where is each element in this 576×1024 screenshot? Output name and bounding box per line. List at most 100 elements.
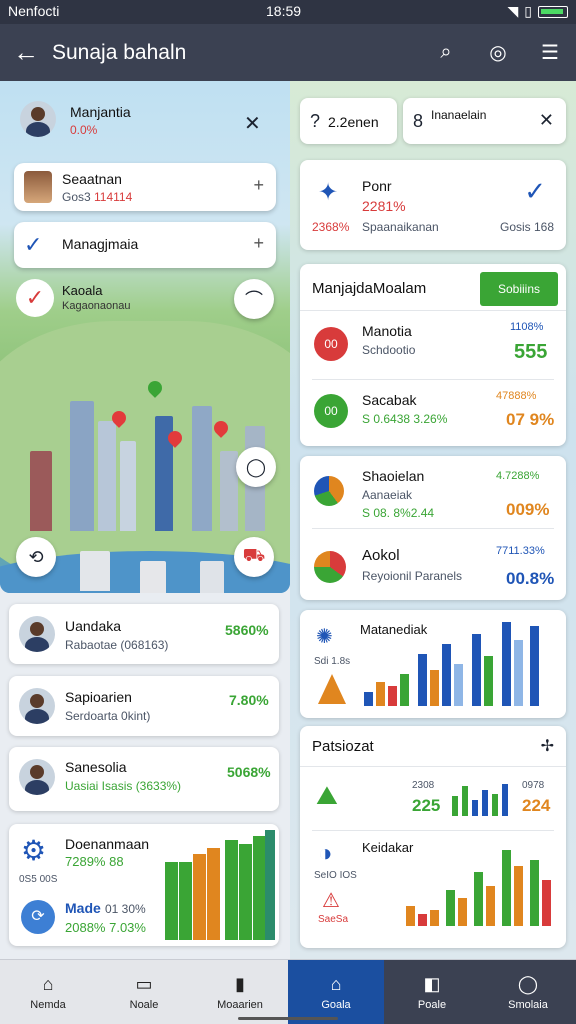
stat-left: 2368% bbox=[312, 220, 350, 234]
person-sub: Uasiai Isasis (3633%) bbox=[65, 779, 182, 793]
navigate-button[interactable]: ⟲ bbox=[16, 537, 56, 577]
window-icon: ◧ bbox=[423, 973, 441, 994]
nav-item-goala[interactable]: ⌂ Goala bbox=[288, 960, 384, 1024]
stat-tick: 0978 bbox=[522, 780, 545, 791]
document-icon: ▮ bbox=[235, 973, 245, 994]
avatar bbox=[19, 616, 55, 652]
chart-tree-icon bbox=[318, 674, 346, 704]
metric-title: Sacabak bbox=[362, 392, 417, 408]
metric-row[interactable]: Shaoielan Aanaeiak S 08. 8%2.44 4.7288% … bbox=[300, 456, 566, 528]
back-arrow-icon[interactable]: ← bbox=[0, 37, 52, 68]
metric-sub: Aanaeiak bbox=[362, 488, 413, 502]
person-icon: ✦ bbox=[318, 179, 339, 206]
carrier-label: Nenfocti bbox=[8, 3, 60, 19]
summary-value3: 2088% 7.03% bbox=[65, 920, 146, 935]
location-icon[interactable]: ◎ bbox=[472, 40, 524, 65]
avatar bbox=[19, 759, 55, 795]
bar-chart-card[interactable]: ✺ Matanediak Sdi 1.8s bbox=[300, 610, 566, 718]
stat-mid: Spaanaikanan bbox=[362, 220, 439, 234]
metric-small: 7711.33% bbox=[496, 545, 545, 557]
metric-value: 009% bbox=[506, 500, 550, 519]
shield-icon: ✓ bbox=[16, 279, 54, 317]
status-icons: ◥ ▯ bbox=[508, 3, 568, 20]
metric-sub: S 0.6438 3.26% bbox=[362, 412, 448, 426]
menu-icon[interactable]: ☰ bbox=[524, 40, 576, 65]
stat-tick: SeIO IOS bbox=[314, 870, 357, 881]
search-chip[interactable]: 8 Inanaelain ✕ bbox=[403, 98, 566, 144]
board-icon: ▭ bbox=[135, 973, 153, 994]
person-value: 5068% bbox=[227, 764, 271, 780]
map-list-item[interactable]: ✓ Managjmaia + bbox=[14, 222, 276, 268]
clock: 18:59 bbox=[266, 3, 302, 19]
stat-value-left: 225 bbox=[412, 796, 441, 815]
nav-item-nemda[interactable]: ⌂ Nemda bbox=[0, 960, 96, 1024]
tower-icon bbox=[24, 171, 52, 203]
person-card[interactable]: Sanesolia Uasiai Isasis (3633%) 5068% bbox=[9, 747, 279, 811]
nav-label: Moaarien bbox=[217, 998, 263, 1011]
metric-value: 07 9% bbox=[506, 410, 555, 429]
pin-icon[interactable]: ✢ bbox=[541, 736, 554, 756]
summary-label2: 01 30% bbox=[105, 902, 146, 916]
chat-button[interactable]: ◯ bbox=[236, 447, 276, 487]
city-skyline bbox=[20, 321, 280, 593]
metric-small: 47888% bbox=[496, 390, 537, 402]
profile-icon: ◯ bbox=[517, 973, 539, 994]
gear-icon: ⚙ bbox=[21, 835, 47, 866]
nav-label: Smolaia bbox=[508, 998, 548, 1011]
home-icon: ⌂ bbox=[42, 973, 54, 994]
stat-tick: 2308 bbox=[412, 780, 435, 791]
page-title: Sunaja bahaln bbox=[52, 40, 187, 64]
donut-icon bbox=[314, 551, 346, 583]
panel-title: ManjajdaMoalam bbox=[312, 280, 427, 297]
summary-value: 7289% 88 bbox=[65, 854, 124, 869]
search-chip-label: Inanaelain bbox=[431, 108, 487, 122]
nav-label: Goala bbox=[321, 998, 351, 1011]
panel-action-button[interactable]: Sobiiins bbox=[480, 272, 558, 306]
metric-badge: 00 bbox=[314, 327, 348, 361]
mini-bar-chart bbox=[450, 782, 518, 816]
close-icon[interactable]: ✕ bbox=[244, 111, 261, 136]
list-title: Kaoala bbox=[62, 283, 103, 298]
search-chip[interactable]: ? 2.2enen bbox=[300, 98, 397, 144]
metric-value: 555 bbox=[514, 341, 548, 363]
check-icon: ✓ bbox=[24, 232, 43, 257]
search-icon[interactable]: ⌕ bbox=[420, 41, 472, 64]
map-list-item[interactable]: Seaatnan Gos3 114114 + bbox=[14, 163, 276, 211]
add-icon[interactable]: + bbox=[253, 233, 264, 254]
metric-row[interactable]: Aokol Reyoionil Paranels 7711.33% 00.8% bbox=[300, 529, 566, 599]
metric-row[interactable]: 00 Manotia Schdootio 1108% 555 bbox=[300, 311, 566, 379]
stat-card[interactable]: ✦ Ponr 2281% ✓ 2368% Spaanaikanan Gosis … bbox=[300, 160, 566, 250]
person-card[interactable]: Sapioarien Serdoarta 0kint) 7.80% bbox=[9, 676, 279, 736]
person-card[interactable]: Uandaka Rabaotae (068163) 5860% bbox=[9, 604, 279, 664]
warning-icon: ⚠ bbox=[322, 890, 340, 912]
summary-tick: 0S5 00S bbox=[19, 874, 58, 885]
nav-item-poale[interactable]: ◧ Poale bbox=[384, 960, 480, 1024]
nav-item-moaarien[interactable]: ▮ Moaarien bbox=[192, 960, 288, 1024]
person-sub: Rabaotae (068163) bbox=[65, 638, 169, 652]
avatar bbox=[19, 688, 55, 724]
person-name: Sapioarien bbox=[65, 689, 132, 705]
list-sub: Gos3 114114 bbox=[62, 190, 133, 204]
list-title: Seaatnan bbox=[62, 171, 122, 187]
panel-title: Patsiozat bbox=[312, 738, 374, 755]
home-indicator bbox=[238, 1017, 338, 1020]
metric-small: 4.7288% bbox=[496, 470, 540, 482]
summary-title: Doenanmaan bbox=[65, 836, 150, 852]
sim-icon: ▯ bbox=[524, 3, 532, 19]
person-name: Sanesolia bbox=[65, 759, 127, 775]
add-icon[interactable]: + bbox=[253, 175, 264, 196]
user-value: 0.0% bbox=[70, 123, 98, 137]
nav-item-noale[interactable]: ▭ Noale bbox=[96, 960, 192, 1024]
metric-row[interactable]: 00 Sacabak S 0.6438 3.26% 47888% 07 9% bbox=[300, 380, 566, 444]
metric-title: Manotia bbox=[362, 323, 412, 339]
stat-tick: SaeSa bbox=[318, 914, 349, 925]
close-icon[interactable]: ✕ bbox=[539, 110, 554, 131]
person-value: 5860% bbox=[225, 622, 269, 638]
summary-label: Made bbox=[65, 900, 101, 916]
battery-icon bbox=[538, 5, 568, 18]
nav-item-smolaia[interactable]: ◯ Smolaia bbox=[480, 960, 576, 1024]
car-button[interactable]: ⛟ bbox=[234, 537, 274, 577]
route-button[interactable]: ⌒ bbox=[234, 279, 274, 319]
city-map[interactable]: Manjantia 0.0% ✕ Seaatnan Gos3 114114 + … bbox=[0, 81, 290, 593]
summary-card[interactable]: ⚙ 0S5 00S Doenanmaan 7289% 88 ⟳ Made 01 … bbox=[9, 824, 279, 946]
